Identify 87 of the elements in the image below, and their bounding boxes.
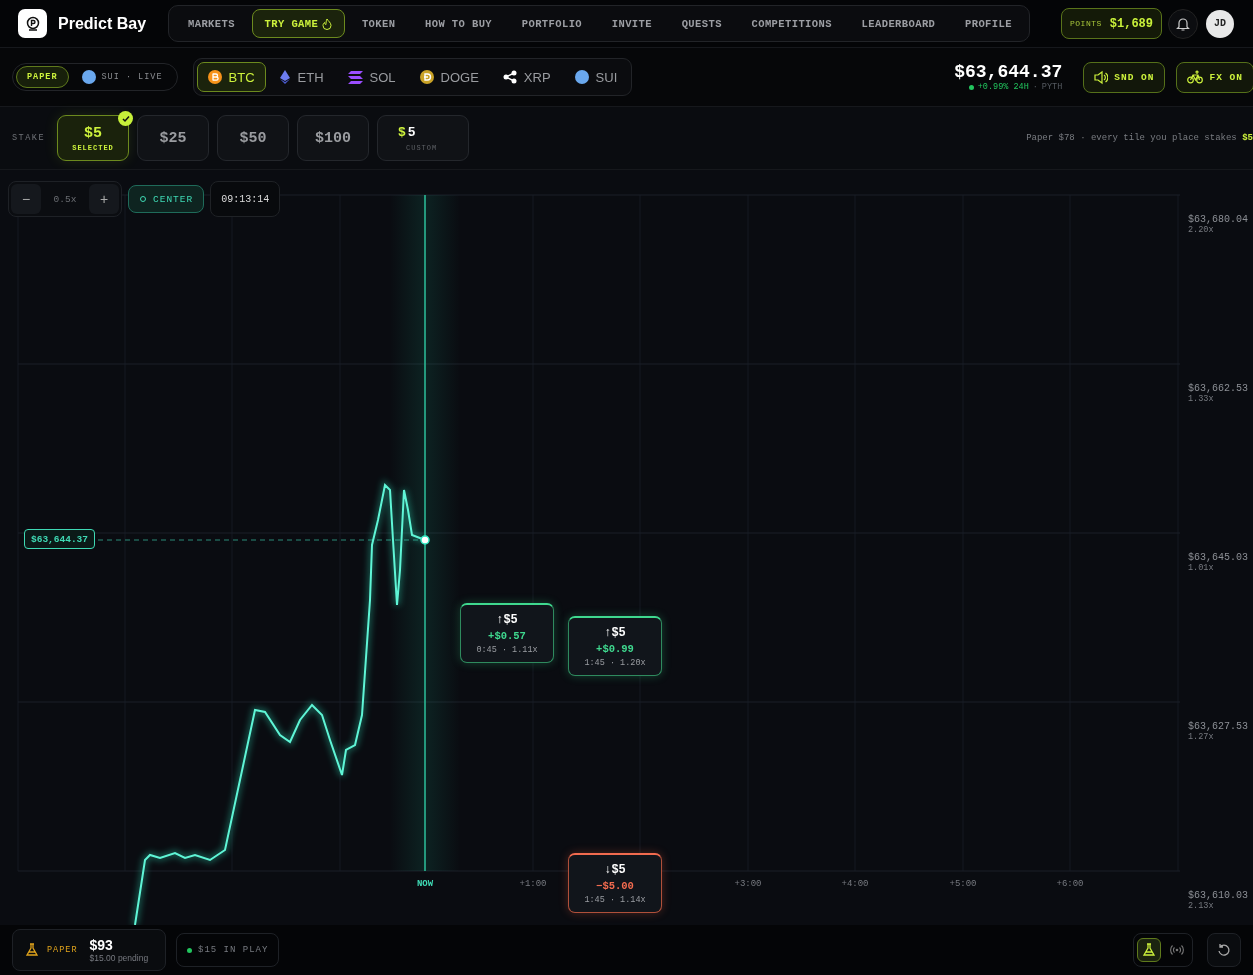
nodes-icon bbox=[502, 70, 517, 84]
nav-tab[interactable]: COMPETITIONS bbox=[738, 9, 845, 38]
price-level: $63,610.03 bbox=[1188, 890, 1248, 901]
bet-tile[interactable]: ↑$5 +$0.57 0:45 · 1.11x bbox=[460, 603, 554, 663]
nav-tab[interactable]: HOW TO BUY bbox=[412, 9, 506, 38]
price-level: $63,680.04 bbox=[1188, 214, 1248, 225]
time-tick: +3:00 bbox=[734, 879, 762, 889]
ticker-price: $63,644.37 bbox=[954, 62, 1063, 82]
mode-label: PAPER bbox=[47, 945, 78, 955]
multiplier: 1.27x bbox=[1188, 732, 1215, 742]
stake-option[interactable]: $25 bbox=[137, 115, 209, 161]
bitcoin-icon bbox=[207, 70, 222, 84]
time-tick: NOW bbox=[416, 879, 434, 889]
asset-tab[interactable]: ETH bbox=[267, 62, 335, 92]
points-label: POINTS bbox=[1070, 19, 1102, 28]
broadcast-icon bbox=[1170, 943, 1184, 957]
zoom-in-button[interactable]: + bbox=[89, 184, 119, 214]
asset-tab[interactable]: SUI bbox=[563, 62, 629, 92]
nav-tab[interactable]: LEADERBOARD bbox=[848, 9, 949, 38]
multiplier: 1.01x bbox=[1188, 563, 1215, 573]
time-tick: +1:00 bbox=[519, 879, 547, 889]
refresh-icon bbox=[1217, 943, 1231, 957]
asset-tab[interactable]: BTC bbox=[196, 62, 266, 92]
points-value: $1,689 bbox=[1109, 16, 1154, 31]
check-icon bbox=[118, 111, 133, 126]
time-tick: +4:00 bbox=[841, 879, 869, 889]
current-price-dot bbox=[420, 535, 430, 545]
ethereum-icon bbox=[278, 70, 291, 84]
stake-option[interactable]: $50 bbox=[217, 115, 289, 161]
nav-tab[interactable]: TOKEN bbox=[348, 9, 409, 38]
center-button[interactable]: CENTER bbox=[128, 185, 205, 213]
multiplier: 1.33x bbox=[1188, 394, 1215, 404]
price-level: $63,662.53 bbox=[1188, 383, 1248, 394]
price-level: $63,627.53 bbox=[1188, 721, 1248, 732]
custom-stake-input[interactable]: 5 bbox=[407, 124, 438, 140]
separator: · bbox=[1032, 82, 1038, 92]
speaker-icon bbox=[1094, 69, 1109, 85]
zoom-out-button[interactable]: − bbox=[11, 184, 41, 214]
time-tick: +5:00 bbox=[949, 879, 977, 889]
view-toggle[interactable] bbox=[1137, 938, 1161, 962]
refresh-button[interactable] bbox=[1207, 933, 1241, 967]
bet-tile[interactable]: ↑$5 +$0.99 1:45 · 1.20x bbox=[568, 616, 662, 676]
asset-tab[interactable]: DOGE bbox=[408, 62, 490, 92]
in-play-amount: $15 IN PLAY bbox=[198, 945, 269, 955]
nav-tab[interactable]: PORTFOLIO bbox=[508, 9, 596, 38]
asset-tab[interactable]: SOL bbox=[336, 62, 407, 92]
brand-name: Predict Bay bbox=[58, 14, 148, 33]
mode-tab[interactable]: PAPER bbox=[16, 66, 69, 88]
mode-tab[interactable]: SUI · LIVE bbox=[70, 66, 174, 88]
stake-option[interactable]: $100 bbox=[297, 115, 369, 161]
flask-icon bbox=[1142, 943, 1156, 957]
toggle-button[interactable]: SND ON bbox=[1083, 61, 1166, 93]
notifications-button[interactable] bbox=[1168, 8, 1199, 39]
toggle-button[interactable]: FX ON bbox=[1176, 61, 1253, 93]
logo-icon bbox=[24, 15, 41, 32]
current-price-label: $63,644.37 bbox=[24, 529, 95, 549]
price-change: +0.99% 24H bbox=[977, 82, 1029, 92]
nav-tab[interactable]: TRY GAME bbox=[251, 9, 346, 38]
sui-icon bbox=[81, 70, 96, 84]
nav-tab[interactable]: INVITE bbox=[598, 9, 665, 38]
nav-tab[interactable]: MARKETS bbox=[175, 9, 248, 38]
status-dot bbox=[968, 84, 974, 90]
flask-icon bbox=[25, 943, 39, 957]
stake-label: STAKE bbox=[12, 133, 46, 143]
dogecoin-icon bbox=[419, 70, 434, 84]
stake-hint: Paper $78 · every tile you place stakes $5 bbox=[1026, 133, 1253, 143]
price-source: PYTH bbox=[1041, 82, 1063, 92]
price-level: $63,645.03 bbox=[1188, 552, 1248, 563]
sui-icon bbox=[574, 70, 589, 84]
currency-sign: $ bbox=[398, 124, 406, 140]
status-dot bbox=[187, 947, 192, 953]
clock: 09:13:14 bbox=[210, 181, 281, 217]
target-icon bbox=[139, 195, 147, 203]
pending-amount: $15.00 pending bbox=[89, 953, 149, 963]
multiplier: 2.20x bbox=[1188, 225, 1215, 235]
bell-icon bbox=[1176, 16, 1191, 31]
avatar[interactable]: JD bbox=[1206, 9, 1235, 38]
time-tick: +6:00 bbox=[1056, 879, 1084, 889]
nav-tab[interactable]: QUESTS bbox=[668, 9, 735, 38]
bet-tile[interactable]: ↓$5 −$5.00 1:45 · 1.14x bbox=[568, 853, 662, 913]
multiplier: 2.13x bbox=[1188, 901, 1215, 911]
bicycle-icon bbox=[1187, 70, 1204, 84]
nav-tab[interactable]: PROFILE bbox=[952, 9, 1025, 38]
asset-tab[interactable]: XRP bbox=[491, 62, 562, 92]
zoom-level: 0.5x bbox=[52, 193, 78, 205]
balance: $93 bbox=[89, 937, 114, 953]
solana-icon bbox=[347, 69, 363, 85]
